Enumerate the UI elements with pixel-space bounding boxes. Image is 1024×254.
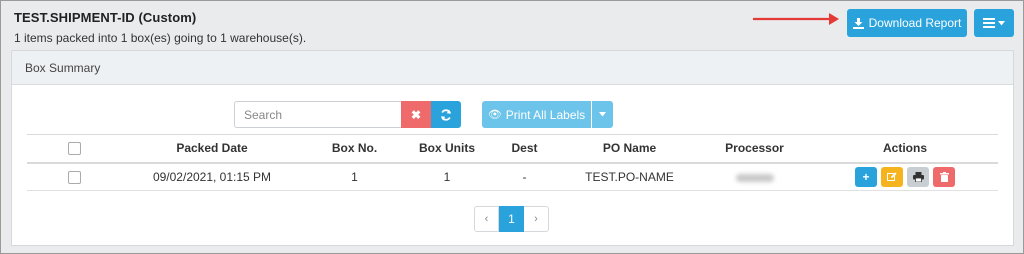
cell-box-units: 1: [407, 162, 487, 191]
search-input[interactable]: [234, 101, 401, 128]
shipment-summary-text: 1 items packed into 1 box(es) going to 1…: [14, 31, 307, 45]
row-actions: +: [855, 166, 955, 187]
edit-box-button[interactable]: [881, 166, 903, 187]
col-dest[interactable]: Dest: [487, 134, 562, 164]
download-report-label: Download Report: [868, 16, 962, 30]
options-menu-button[interactable]: [974, 9, 1014, 37]
select-all-checkbox[interactable]: [68, 142, 81, 156]
caret-down-icon: [599, 112, 606, 117]
cell-box-no: 1: [302, 162, 407, 191]
eye-icon: 👁: [487, 109, 502, 121]
clear-search-button[interactable]: ✖: [401, 101, 431, 128]
shipment-header: TEST.SHIPMENT-ID (Custom) 1 items packed…: [14, 10, 306, 45]
col-box-no[interactable]: Box No.: [302, 134, 407, 164]
pagination-prev-button[interactable]: ‹: [474, 206, 499, 232]
col-box-units[interactable]: Box Units: [407, 134, 487, 164]
cell-po-name: TEST.PO-NAME: [562, 162, 697, 191]
add-box-button[interactable]: +: [855, 166, 877, 187]
processor-name-redacted: [735, 173, 774, 182]
cell-packed-date: 09/02/2021, 01:15 PM: [122, 162, 302, 191]
box-table: Packed Date Box No. Box Units Dest PO Na…: [27, 134, 998, 191]
trash-icon: [939, 171, 949, 182]
box-summary-panel: Box Summary ✖ 👁 Print All Labels: [11, 50, 1014, 246]
col-po-name[interactable]: PO Name: [562, 134, 697, 164]
download-report-button[interactable]: Download Report: [847, 9, 967, 37]
hamburger-menu-icon: [983, 18, 995, 28]
edit-icon: [887, 172, 897, 181]
pagination-page-1[interactable]: 1: [499, 206, 524, 232]
table-row: 09/02/2021, 01:15 PM 1 1 - TEST.PO-NAME …: [27, 162, 998, 191]
col-processor[interactable]: Processor: [697, 134, 812, 164]
cell-dest: -: [487, 162, 562, 191]
refresh-button[interactable]: [431, 101, 461, 128]
print-label-button[interactable]: [907, 166, 929, 187]
panel-title: Box Summary: [12, 51, 1013, 85]
shipment-frame: TEST.SHIPMENT-ID (Custom) 1 items packed…: [0, 0, 1024, 254]
refresh-icon: [441, 108, 451, 121]
print-options-dropdown[interactable]: [592, 101, 613, 128]
download-icon: [852, 17, 864, 29]
annotation-arrow-icon: [753, 13, 839, 25]
pagination: ‹ 1 ›: [474, 206, 549, 232]
close-icon: ✖: [410, 107, 422, 122]
delete-box-button[interactable]: [933, 166, 955, 187]
caret-down-icon: [998, 20, 1005, 25]
table-header-row: Packed Date Box No. Box Units Dest PO Na…: [27, 134, 998, 164]
print-all-labels-label: Print All Labels: [505, 107, 586, 122]
plus-icon: +: [862, 169, 870, 184]
row-checkbox[interactable]: [68, 170, 81, 184]
print-all-labels-button[interactable]: 👁 Print All Labels: [482, 101, 591, 128]
col-actions: Actions: [812, 134, 998, 164]
printer-icon: [912, 171, 924, 182]
col-packed-date[interactable]: Packed Date: [122, 134, 302, 164]
pagination-next-button[interactable]: ›: [524, 206, 549, 232]
shipment-title: TEST.SHIPMENT-ID (Custom): [14, 10, 197, 25]
